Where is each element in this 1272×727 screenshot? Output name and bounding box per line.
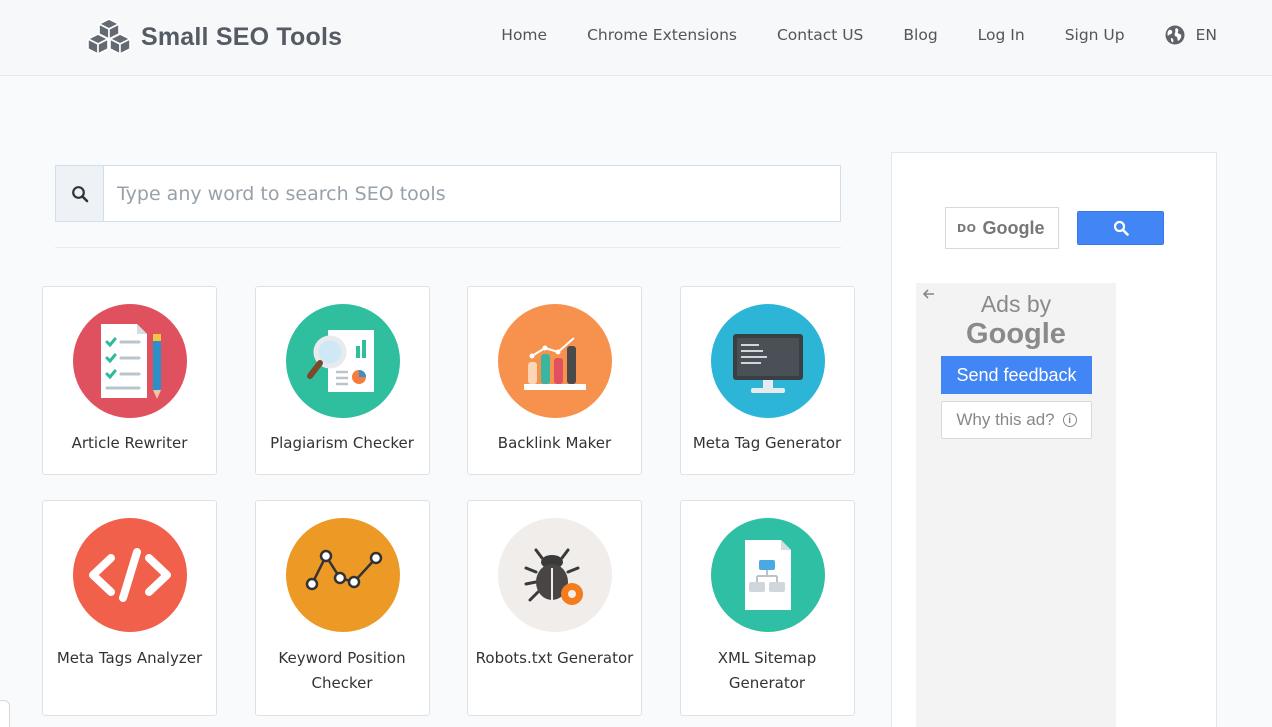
robot-bug-icon	[498, 518, 612, 632]
tool-label: Meta Tags Analyzer	[56, 649, 203, 667]
sitemap-icon	[710, 518, 825, 632]
nav-sign-up[interactable]: Sign Up	[1065, 26, 1125, 44]
tool-label: Robots.txt Generator	[475, 649, 634, 667]
language-code: EN	[1195, 26, 1217, 44]
info-icon: i	[1062, 413, 1077, 427]
ads-by-label: Ads by	[980, 291, 1052, 317]
site-header: Small SEO Tools Home Chrome Extensions C…	[0, 0, 1272, 76]
nav-contact-us[interactable]: Contact US	[777, 26, 863, 44]
logo-text: Small SEO Tools	[141, 22, 343, 51]
tool-label: Plagiarism Checker	[270, 434, 414, 452]
ads-google-label: Google	[966, 318, 1066, 350]
why-this-ad-label: Why this ad?	[956, 410, 1055, 429]
plagiarism-checker-icon	[285, 304, 400, 418]
tool-label: Keyword Position Checker	[278, 649, 406, 692]
tool-grid: Article Rewriter Plagiarism Checker Back…	[42, 286, 855, 716]
tool-label: XML Sitemap Generator	[717, 649, 817, 692]
language-selector[interactable]: EN	[1165, 25, 1217, 45]
tool-label: Meta Tag Generator	[692, 434, 842, 452]
tool-label: Backlink Maker	[497, 434, 612, 452]
globe-icon	[1165, 25, 1185, 45]
tool-card-robots-txt-generator[interactable]: Robots.txt Generator	[467, 500, 642, 716]
tool-search	[55, 165, 841, 222]
tool-card-meta-tag-generator[interactable]: Meta Tag Generator	[679, 286, 855, 475]
tool-card-xml-sitemap-generator[interactable]: XML Sitemap Generator	[679, 500, 855, 716]
main-nav: Home Chrome Extensions Contact US Blog L…	[501, 22, 1217, 48]
gsearch-brand: Google	[982, 217, 1045, 238]
send-feedback-button[interactable]: Send feedback	[941, 356, 1092, 394]
google-search-button[interactable]	[1077, 211, 1164, 245]
page-corner-tab	[0, 700, 10, 727]
keyword-position-icon	[285, 518, 400, 632]
why-this-ad-button[interactable]: Why this ad? i	[941, 401, 1092, 439]
gsearch-prefix: DO	[957, 221, 977, 235]
meta-tag-generator-icon	[710, 304, 825, 418]
backlink-maker-icon	[498, 304, 612, 418]
tool-card-backlink-maker[interactable]: Backlink Maker	[467, 286, 642, 475]
sidebar-ad-container: DO Google Ads by Google Send feedback Wh…	[891, 152, 1217, 727]
search-icon	[1113, 220, 1129, 236]
nav-home[interactable]: Home	[501, 26, 547, 44]
nav-chrome-extensions[interactable]: Chrome Extensions	[587, 26, 737, 44]
tool-card-meta-tags-analyzer[interactable]: Meta Tags Analyzer	[42, 500, 217, 716]
article-rewriter-icon	[73, 304, 187, 418]
search-button[interactable]	[55, 165, 103, 222]
nav-blog[interactable]: Blog	[903, 26, 937, 44]
ad-panel: Ads by Google Send feedback Why this ad?…	[916, 283, 1116, 727]
search-divider	[55, 247, 841, 248]
cubes-logo-icon	[87, 18, 131, 55]
tool-card-article-rewriter[interactable]: Article Rewriter	[42, 286, 217, 475]
tool-label: Article Rewriter	[71, 434, 188, 452]
nav-log-in[interactable]: Log In	[978, 26, 1025, 44]
tool-card-keyword-position-checker[interactable]: Keyword Position Checker	[254, 500, 430, 716]
google-search-input[interactable]: DO Google	[945, 207, 1059, 249]
tool-card-plagiarism-checker[interactable]: Plagiarism Checker	[254, 286, 430, 475]
site-logo[interactable]: Small SEO Tools	[85, 14, 342, 60]
search-input[interactable]	[103, 165, 841, 222]
code-icon	[73, 518, 187, 632]
search-icon	[71, 185, 88, 202]
